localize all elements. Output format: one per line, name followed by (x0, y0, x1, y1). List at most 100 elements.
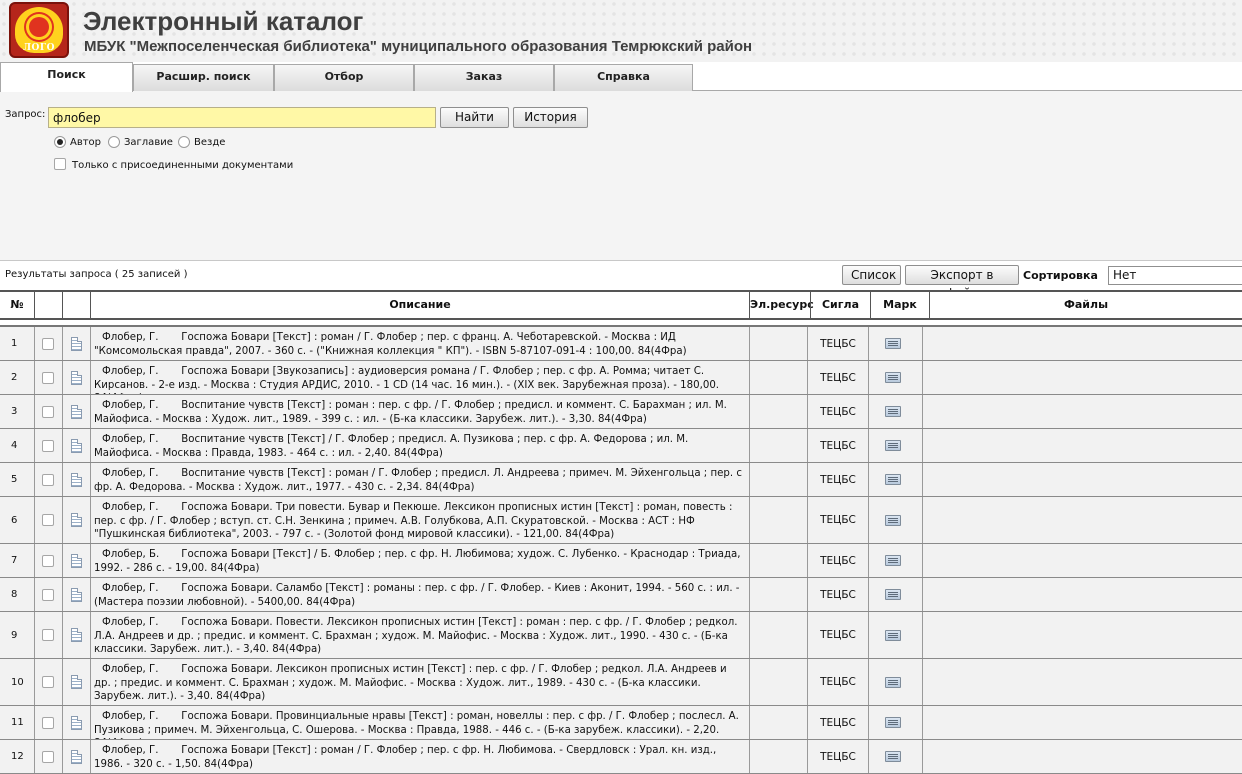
table-row[interactable]: 4 Флобер, Г. Воспитание чувств [Текст] / … (0, 429, 1242, 463)
sort-select[interactable]: Нет (1108, 266, 1242, 285)
mark-record-icon[interactable] (885, 589, 901, 600)
row-number: 5 (0, 463, 34, 496)
column-eresource[interactable]: Эл.ресурс (749, 292, 814, 318)
row-select-checkbox[interactable] (42, 629, 54, 641)
tab-search[interactable]: Поиск (0, 62, 133, 92)
column-files[interactable]: Файлы (929, 292, 1242, 318)
row-select-checkbox[interactable] (42, 514, 54, 526)
mark-record-icon[interactable] (885, 629, 901, 641)
row-author: Флобер, Г. (102, 468, 159, 479)
row-select-cell (34, 544, 62, 577)
mark-record-icon[interactable] (885, 406, 901, 417)
table-row[interactable]: 12 Флобер, Г. Госпожа Бовари [Текст] : ро… (0, 740, 1242, 774)
row-mark-cell (868, 429, 922, 462)
table-row[interactable]: 2 Флобер, Г. Госпожа Бовари [Звукозапись]… (0, 361, 1242, 395)
mark-record-icon[interactable] (885, 338, 901, 349)
document-icon[interactable] (71, 336, 82, 351)
table-row[interactable]: 8 Флобер, Г. Госпожа Бовари. Саламбо [Тек… (0, 578, 1242, 612)
row-select-checkbox[interactable] (42, 473, 54, 486)
column-mark[interactable]: Марк (870, 292, 929, 318)
row-select-checkbox[interactable] (42, 676, 54, 688)
radio-title-label[interactable]: Заглавие (124, 137, 173, 148)
row-description[interactable]: Флобер, Г. Воспитание чувств [Текст] : р… (90, 395, 749, 428)
row-description[interactable]: Флобер, Г. Госпожа Бовари [Звукозапись] … (90, 361, 749, 394)
table-row[interactable]: 10 Флобер, Г. Госпожа Бовари. Лексикон пр… (0, 659, 1242, 706)
document-icon[interactable] (71, 513, 82, 527)
history-button[interactable]: История (513, 107, 588, 128)
radio-title[interactable] (108, 136, 120, 148)
radio-author[interactable] (54, 136, 66, 148)
only-attached-checkbox[interactable] (54, 158, 66, 170)
row-type-cell (62, 612, 90, 658)
only-attached-label[interactable]: Только с присоединенными документами (72, 160, 293, 171)
document-icon[interactable] (71, 675, 82, 689)
mark-record-icon[interactable] (885, 751, 901, 762)
mark-record-icon[interactable] (885, 514, 901, 526)
row-files (922, 612, 1242, 658)
table-row[interactable]: 5 Флобер, Г. Воспитание чувств [Текст] : … (0, 463, 1242, 497)
row-select-checkbox[interactable] (42, 405, 54, 418)
table-row[interactable]: 6 Флобер, Г. Госпожа Бовари. Три повести.… (0, 497, 1242, 544)
tab-order[interactable]: Заказ (414, 64, 554, 91)
mark-record-icon[interactable] (885, 474, 901, 485)
table-row[interactable]: 3 Флобер, Г. Воспитание чувств [Текст] : … (0, 395, 1242, 429)
list-button[interactable]: Список (842, 265, 901, 285)
row-number-text: 9 (11, 629, 18, 641)
row-select-checkbox[interactable] (42, 750, 54, 763)
document-icon[interactable] (71, 370, 82, 385)
row-select-checkbox[interactable] (42, 716, 54, 729)
table-row[interactable]: 7 Флобер, Б. Госпожа Бовари [Текст] / Б. … (0, 544, 1242, 578)
document-icon[interactable] (71, 438, 82, 453)
row-number: 2 (0, 361, 34, 394)
table-row[interactable]: 9 Флобер, Г. Госпожа Бовари. Повести. Лек… (0, 612, 1242, 659)
export-button[interactable]: Экспорт в файл (905, 265, 1019, 300)
row-select-checkbox[interactable] (42, 337, 54, 350)
radio-author-label[interactable]: Автор (70, 137, 101, 148)
document-icon[interactable] (71, 553, 82, 568)
row-description[interactable]: Флобер, Г. Воспитание чувств [Текст] : р… (90, 463, 749, 496)
mark-record-icon[interactable] (885, 372, 901, 383)
document-icon[interactable] (71, 587, 82, 602)
document-icon[interactable] (71, 404, 82, 419)
mark-record-icon[interactable] (885, 717, 901, 728)
tab-advanced-search[interactable]: Расшир. поиск (133, 64, 274, 91)
document-icon[interactable] (71, 715, 82, 730)
row-description[interactable]: Флобер, Г. Госпожа Бовари. Три повести. … (90, 497, 749, 543)
row-number: 12 (0, 740, 34, 773)
row-description-text: Госпожа Бовари [Звукозапись] : аудиоверс… (94, 366, 720, 394)
document-icon[interactable] (71, 472, 82, 487)
row-description[interactable]: Флобер, Б. Госпожа Бовари [Текст] / Б. Ф… (90, 544, 749, 577)
mark-record-icon[interactable] (885, 555, 901, 566)
find-button[interactable]: Найти (440, 107, 509, 128)
column-description[interactable]: Описание (90, 292, 749, 318)
table-row[interactable]: 11 Флобер, Г. Госпожа Бовари. Провинциаль… (0, 706, 1242, 740)
tab-selection[interactable]: Отбор (274, 64, 414, 91)
document-icon[interactable] (71, 628, 82, 642)
query-input[interactable] (48, 107, 436, 128)
row-files (922, 706, 1242, 739)
document-icon[interactable] (71, 749, 82, 764)
row-description[interactable]: Флобер, Г. Госпожа Бовари. Лексикон проп… (90, 659, 749, 705)
row-description[interactable]: Флобер, Г. Госпожа Бовари. Саламбо [Текс… (90, 578, 749, 611)
row-select-checkbox[interactable] (42, 554, 54, 567)
row-description[interactable]: Флобер, Г. Воспитание чувств [Текст] / Г… (90, 429, 749, 462)
column-number[interactable]: № (0, 292, 34, 318)
row-mark-cell (868, 578, 922, 611)
library-logo[interactable]: ЛОГО (9, 2, 69, 58)
radio-everywhere-label[interactable]: Везде (194, 137, 225, 148)
row-description[interactable]: Флобер, Г. Госпожа Бовари. Повести. Лекс… (90, 612, 749, 658)
row-select-checkbox[interactable] (42, 588, 54, 601)
radio-everywhere[interactable] (178, 136, 190, 148)
mark-record-icon[interactable] (885, 676, 901, 688)
row-description[interactable]: Флобер, Г. Госпожа Бовари [Текст] : рома… (90, 740, 749, 773)
row-select-checkbox[interactable] (42, 371, 54, 384)
row-description[interactable]: Флобер, Г. Госпожа Бовари [Текст] : рома… (90, 327, 749, 360)
row-select-checkbox[interactable] (42, 439, 54, 452)
row-description[interactable]: Флобер, Г. Госпожа Бовари. Провинциальны… (90, 706, 749, 739)
row-select-cell (34, 463, 62, 496)
column-sigla[interactable]: Сигла (810, 292, 870, 318)
tab-help[interactable]: Справка (554, 64, 693, 91)
mark-record-icon[interactable] (885, 440, 901, 451)
row-eresource (749, 659, 807, 705)
table-row[interactable]: 1 Флобер, Г. Госпожа Бовари [Текст] : ром… (0, 327, 1242, 361)
